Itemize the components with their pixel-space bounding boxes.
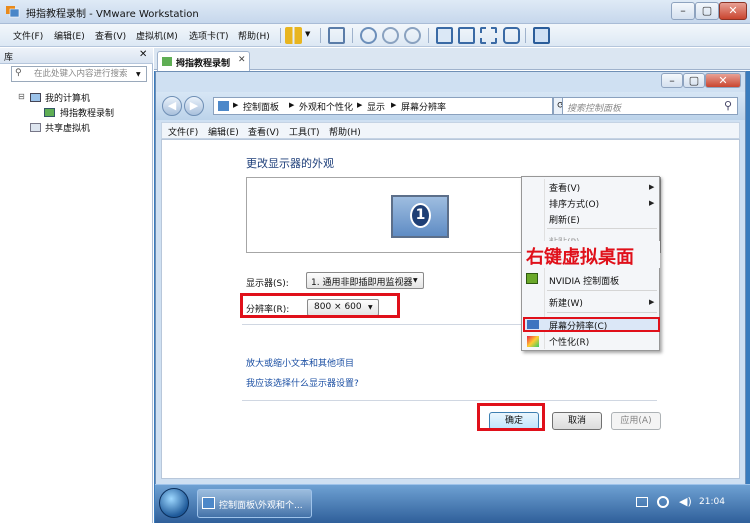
snapshot-manager-icon[interactable] [404,27,421,44]
vm-tab-icon [162,57,172,66]
power-dropdown-icon[interactable]: ▼ [305,30,310,38]
menu-vm[interactable]: 虚拟机(M) [136,29,178,42]
library-close-icon[interactable]: ✕ [139,49,147,60]
page-heading: 更改显示器的外观 [246,157,334,170]
menu-edit[interactable]: 编辑(E) [54,29,85,42]
cp-menu-edit[interactable]: 编辑(E) [208,125,239,138]
monitor-1-icon[interactable]: 1 [391,195,449,238]
unity-icon[interactable] [503,27,520,44]
vmware-menu-bar: 文件(F) 编辑(E) 查看(V) 虚拟机(M) 选项卡(T) 帮助(H) ▼ [0,24,750,47]
revert-snapshot-icon[interactable] [382,27,399,44]
tree-collapse-icon[interactable]: ⊟ [18,92,25,101]
computer-icon [30,93,41,102]
cp-address-icon [218,101,229,111]
vm-tab-label: 拇指教程录制 [176,59,231,69]
guest-taskbar: 控制面板\外观和个... ◀) 21:04 [155,484,750,523]
cp-maximize-button[interactable]: ▢ [683,73,705,88]
nvidia-icon [526,273,538,284]
window-title: 拇指教程录制 - VMware Workstation [26,9,199,20]
ctx-nvidia[interactable]: NVIDIA 控制面板 [549,274,619,287]
network-tray-icon[interactable] [657,496,669,508]
cp-nav-bar: ◀ ▶ ▶ 控制面板 ▶ 外观和个性化 ▶ 显示 ▶ 屏幕分辨率 ⟳ 搜索控制面… [156,92,745,120]
search-dropdown-icon[interactable]: ▼ [136,71,141,78]
chevron-down-icon: ▼ [413,277,418,284]
close-button[interactable]: ✕ [719,2,747,20]
menu-help[interactable]: 帮助(H) [238,29,270,42]
pause-icon[interactable] [285,27,302,44]
display-select[interactable]: 1. 通用非即插即用监视器 ▼ [306,272,424,289]
start-orb-icon[interactable] [159,488,189,518]
display-settings-help-link[interactable]: 我应该选择什么显示器设置? [246,376,359,389]
cp-menu-view[interactable]: 查看(V) [248,125,279,138]
taskbar-task-control-panel[interactable]: 控制面板\外观和个... [197,489,312,518]
cp-minimize-button[interactable]: – [661,73,683,88]
cp-search-input[interactable]: 搜索控制面板 ⚲ [562,97,738,115]
library-search-input[interactable]: 在此处键入内容进行搜索 [11,66,147,82]
ctx-screen-resolution[interactable]: 屏幕分辨率(C) [549,319,607,332]
console-view-icon[interactable] [458,27,475,44]
display-label: 显示器(S): [246,279,289,289]
menu-view[interactable]: 查看(V) [95,29,126,42]
back-icon[interactable]: ◀ [162,96,182,116]
apply-button[interactable]: 应用(A) [611,412,661,430]
tree-vm[interactable]: 拇指教程录制 [60,106,114,119]
stretch-view-icon[interactable] [533,27,550,44]
vm-tab[interactable]: 拇指教程录制 ✕ [157,51,250,71]
cp-menu-file[interactable]: 文件(F) [168,125,198,138]
clock: 21:04 [699,497,725,507]
vmware-app-icon [6,6,20,18]
breadcrumb-resolution[interactable]: 屏幕分辨率 [401,100,446,113]
cp-menu-bar: 文件(F) 编辑(E) 查看(V) 工具(T) 帮助(H) [161,122,740,139]
library-header: 库 ✕ [0,48,153,64]
resolution-highlight-box [240,293,400,318]
tree-shared-vms[interactable]: 共享虚拟机 [45,121,90,134]
full-screen-icon[interactable] [480,27,497,44]
ctx-personalize[interactable]: 个性化(R) [549,335,589,348]
breadcrumb-display[interactable]: 显示 [367,100,385,113]
tray-screen-icon[interactable] [636,497,648,507]
ctx-new[interactable]: 新建(W) [549,296,583,309]
breadcrumb-control-panel[interactable]: 控制面板 [243,100,279,113]
cp-search-icon[interactable]: ⚲ [724,99,732,112]
text-size-link[interactable]: 放大或缩小文本和其他项目 [246,356,354,369]
cp-menu-help[interactable]: 帮助(H) [329,125,361,138]
menu-file[interactable]: 文件(F) [13,29,43,42]
sidebar-toggle-icon[interactable] [436,27,453,44]
vm-running-icon [44,108,55,117]
personalize-icon [527,336,539,347]
library-title: 库 [4,53,14,63]
ctx-sort-by[interactable]: 排序方式(O) [549,197,599,210]
tab-close-icon[interactable]: ✕ [238,55,246,65]
ok-highlight-box [477,403,545,431]
ctx-refresh[interactable]: 刷新(E) [549,213,580,226]
address-bar[interactable]: ▶ 控制面板 ▶ 外观和个性化 ▶ 显示 ▶ 屏幕分辨率 [213,97,553,115]
forward-icon[interactable]: ▶ [184,96,204,116]
network-icon[interactable] [328,27,345,44]
cp-menu-tools[interactable]: 工具(T) [289,125,320,138]
cancel-button[interactable]: 取消 [552,412,602,430]
control-panel-icon [202,497,215,509]
annotation-right-click-desktop: 右键虚拟桌面 [526,247,634,268]
screen-resolution-icon [527,320,539,329]
search-icon: ⚲ [15,68,22,78]
volume-icon[interactable]: ◀) [679,495,692,508]
vmware-title-bar: 拇指教程录制 - VMware Workstation – ▢ ✕ [0,0,750,24]
snapshot-icon[interactable] [360,27,377,44]
tree-my-computer[interactable]: 我的计算机 [45,91,90,104]
shared-vm-icon [30,123,41,132]
minimize-button[interactable]: – [671,2,695,20]
library-pane: 库 ✕ 在此处键入内容进行搜索 ⚲ ▼ ⊟ 我的计算机 拇指教程录制 共享虚拟机 [0,48,153,523]
menu-tabs[interactable]: 选项卡(T) [189,29,229,42]
ctx-view[interactable]: 查看(V) [549,181,580,194]
maximize-button[interactable]: ▢ [695,2,719,20]
cp-close-button[interactable]: ✕ [705,73,741,88]
breadcrumb-appearance[interactable]: 外观和个性化 [299,100,353,113]
